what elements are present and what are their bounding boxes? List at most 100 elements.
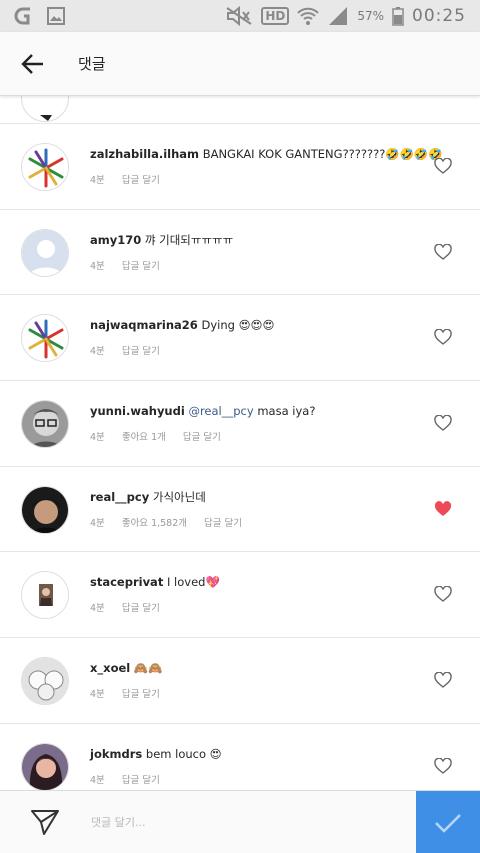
reply-button[interactable]: 답글 달기 [122,689,160,700]
avatar[interactable] [21,485,69,534]
heart-outline-icon [434,671,452,689]
avatar[interactable] [21,742,69,790]
comment-username[interactable]: real__pcy [90,490,149,504]
heart-filled-icon [434,500,452,516]
comment-time: 4분 [90,517,105,529]
list-item: najwaqmarina26 Dying 😍😍😍 4분 답글 달기 [0,295,480,382]
comment-meta: 4분 좋아요 1,582개 답글 달기 [90,515,420,529]
comment-time: 4분 [90,603,105,615]
comment-time: 4분 [90,774,105,786]
like-button[interactable] [434,157,452,174]
comment-composer [0,790,480,853]
comment-text: 꺄 기대되ㅠㅠㅠㅠ [144,232,234,247]
avatar[interactable] [21,314,69,363]
carrier-logo-icon [14,7,30,25]
comments-list[interactable]: zalzhabilla.ilham BANGKAI KOK GANTENG???… [0,96,480,790]
reply-button[interactable]: 답글 달기 [183,432,221,443]
reply-button[interactable]: 답글 달기 [122,346,160,357]
comment-time: 4분 [90,175,105,186]
avatar[interactable] [21,657,69,706]
comment-time: 4분 [90,432,105,444]
reply-button[interactable]: 답글 달기 [122,261,160,272]
comment-text: I loved💖 [166,575,220,590]
like-button[interactable] [434,585,452,603]
battery-percent: 57% [357,9,384,23]
direct-share-button[interactable] [17,791,73,853]
comment-likes-count[interactable]: 좋아요 1개 [122,432,166,443]
comment-content: x_xoel 🙈🙈 4분 답글 달기 [90,660,420,700]
wifi-icon [297,7,320,25]
avatar[interactable] [21,400,69,449]
page-title: 댓글 [78,55,106,73]
comment-content: zalzhabilla.ilham BANGKAI KOK GANTENG???… [90,146,443,186]
like-button[interactable] [434,757,452,774]
heart-outline-icon [434,328,452,346]
comment-content: jokmdrs bem louco 😍 4분 답글 달기 [90,746,420,786]
checkmark-icon [435,813,461,833]
comment-meta: 4분 답글 달기 [90,343,420,357]
reply-button[interactable]: 답글 달기 [204,518,242,529]
comment-text: 가식아닌데 [152,489,206,504]
comment-time: 4분 [90,346,105,358]
comment-meta: 4분 답글 달기 [90,686,420,700]
avatar[interactable] [21,228,69,277]
gallery-icon [47,7,65,25]
comment-username[interactable]: x_xoel [90,661,130,675]
comment-content: amy170 꺄 기대되ㅠㅠㅠㅠ 4분 답글 달기 [90,232,420,272]
avatar[interactable] [21,571,69,620]
mute-icon [226,6,252,26]
comment-username[interactable]: jokmdrs [90,747,142,761]
comment-input[interactable] [91,815,391,829]
comment-meta: 4분 답글 달기 [90,600,420,614]
like-button[interactable] [434,243,452,260]
list-item: amy170 꺄 기대되ㅠㅠㅠㅠ 4분 답글 달기 [0,210,480,296]
comment-text: Dying 😍😍😍 [201,318,275,333]
avatar[interactable] [21,143,69,191]
comment-username[interactable]: najwaqmarina26 [90,318,198,332]
like-button[interactable] [434,414,452,431]
comment-likes-count[interactable]: 좋아요 1,582개 [122,518,187,529]
comment-content: real__pcy 가식아닌데 4분 좋아요 1,582개 답글 달기 [90,489,420,529]
back-button[interactable] [0,32,64,96]
list-item: yunni.wahyudi @real__pcy masa iya? 4분 좋아… [0,381,480,467]
heart-outline-icon [434,757,452,774]
like-button[interactable] [434,500,452,517]
like-button[interactable] [434,671,452,689]
list-item: real__pcy 가식아닌데 4분 좋아요 1,582개 답글 달기 [0,467,480,553]
heart-outline-icon [434,585,452,603]
comment-username[interactable]: amy170 [90,233,141,247]
reply-button[interactable]: 답글 달기 [122,175,160,186]
comment-meta: 4분 답글 달기 [90,772,420,786]
list-item: jokmdrs bem louco 😍 4분 답글 달기 [0,724,480,790]
comment-time: 4분 [90,260,105,272]
comment-mention[interactable]: @real__pcy [188,404,253,418]
reply-button[interactable]: 답글 달기 [122,775,160,786]
back-arrow-icon [21,53,43,74]
submit-comment-button[interactable] [416,791,480,853]
comment-time: 4분 [90,689,105,701]
comment-meta: 4분 답글 달기 [90,258,420,272]
app-header: 댓글 [0,32,480,96]
comment-content: najwaqmarina26 Dying 😍😍😍 4분 답글 달기 [90,317,420,357]
list-item [0,96,480,124]
hd-badge: HD [261,7,290,25]
comment-text: 🙈🙈 [133,661,163,676]
reply-button[interactable]: 답글 달기 [122,603,160,614]
like-button[interactable] [434,328,452,346]
heart-outline-icon [434,243,452,260]
list-item: zalzhabilla.ilham BANGKAI KOK GANTENG???… [0,124,480,210]
list-item: x_xoel 🙈🙈 4분 답글 달기 [0,638,480,724]
comment-text: bem louco 😍 [145,746,222,761]
send-icon [31,810,59,835]
heart-outline-icon [434,157,452,174]
list-item: staceprivat I loved💖 4분 답글 달기 [0,552,480,639]
battery-icon [392,7,404,26]
comment-text: BANGKAI KOK GANTENG???????🤣🤣🤣🤣 [202,147,443,161]
comment-username[interactable]: zalzhabilla.ilham [90,147,199,161]
comment-content: yunni.wahyudi @real__pcy masa iya? 4분 좋아… [90,403,420,443]
signal-icon [329,7,348,25]
comment-username[interactable]: yunni.wahyudi [90,404,185,418]
avatar[interactable] [21,96,69,122]
comment-username[interactable]: staceprivat [90,575,163,589]
comment-text: masa iya? [257,404,316,419]
